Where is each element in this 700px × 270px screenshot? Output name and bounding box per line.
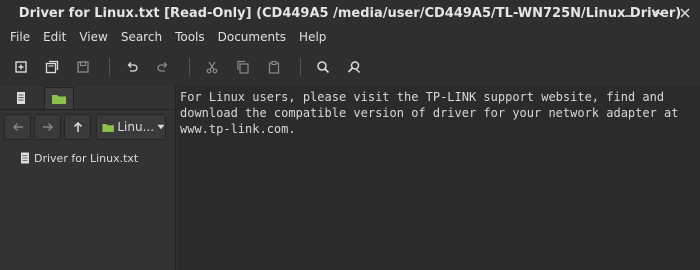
- window-title: Driver for Linux.txt [Read-Only] (CD449A…: [18, 5, 682, 21]
- text-file-icon: [21, 152, 29, 164]
- location-dropdown[interactable]: Linu...: [96, 114, 166, 140]
- undo-icon[interactable]: [121, 56, 143, 78]
- maximize-icon[interactable]: [650, 6, 664, 20]
- redo-icon[interactable]: [152, 56, 174, 78]
- editor-line: www.tp-link.com.: [180, 122, 296, 136]
- menu-help[interactable]: Help: [297, 30, 333, 44]
- documents-icon[interactable]: [6, 87, 36, 109]
- text-editor[interactable]: For Linux users, please visit the TP-LIN…: [177, 86, 700, 270]
- menu-view[interactable]: View: [77, 30, 114, 44]
- editor-line: download the compatible version of drive…: [180, 106, 679, 120]
- back-arrow-icon[interactable]: [4, 114, 31, 140]
- window-controls: [622, 0, 692, 26]
- editor-line: For Linux users, please visit the TP-LIN…: [180, 90, 665, 104]
- menu-file[interactable]: File: [8, 30, 37, 44]
- save-icon[interactable]: [72, 56, 94, 78]
- cut-icon[interactable]: [201, 56, 223, 78]
- up-arrow-icon[interactable]: [64, 114, 91, 140]
- open-icon[interactable]: [41, 56, 63, 78]
- menu-search[interactable]: Search: [119, 30, 169, 44]
- toolbar: [0, 50, 700, 84]
- forward-arrow-icon[interactable]: [34, 114, 61, 140]
- toolbar-separator: [189, 58, 190, 76]
- chevron-down-icon: [157, 124, 165, 130]
- location-label: Linu...: [117, 120, 155, 134]
- minimize-icon[interactable]: [622, 6, 636, 20]
- menu-tools[interactable]: Tools: [173, 30, 212, 44]
- side-panel-tabs: [0, 86, 175, 110]
- copy-icon[interactable]: [232, 56, 254, 78]
- new-document-icon[interactable]: [10, 56, 32, 78]
- menu-bar: File Edit View Search Tools Documents He…: [0, 26, 700, 48]
- file-list: Driver for Linux.txt: [0, 142, 175, 166]
- menu-edit[interactable]: Edit: [41, 30, 73, 44]
- file-browser-icon[interactable]: [44, 87, 74, 109]
- menu-documents[interactable]: Documents: [216, 30, 293, 44]
- toolbar-separator: [300, 58, 301, 76]
- title-bar: Driver for Linux.txt [Read-Only] (CD449A…: [0, 0, 700, 26]
- file-browser-navigation: Linu...: [0, 112, 175, 142]
- toolbar-separator: [109, 58, 110, 76]
- side-panel: Linu... Driver for Linux.txt: [0, 86, 176, 270]
- close-icon[interactable]: [678, 6, 692, 20]
- folder-icon: [102, 123, 114, 132]
- list-item[interactable]: Driver for Linux.txt: [20, 150, 175, 166]
- find-replace-icon[interactable]: [343, 56, 365, 78]
- paste-icon[interactable]: [263, 56, 285, 78]
- file-name: Driver for Linux.txt: [34, 151, 139, 165]
- find-icon[interactable]: [312, 56, 334, 78]
